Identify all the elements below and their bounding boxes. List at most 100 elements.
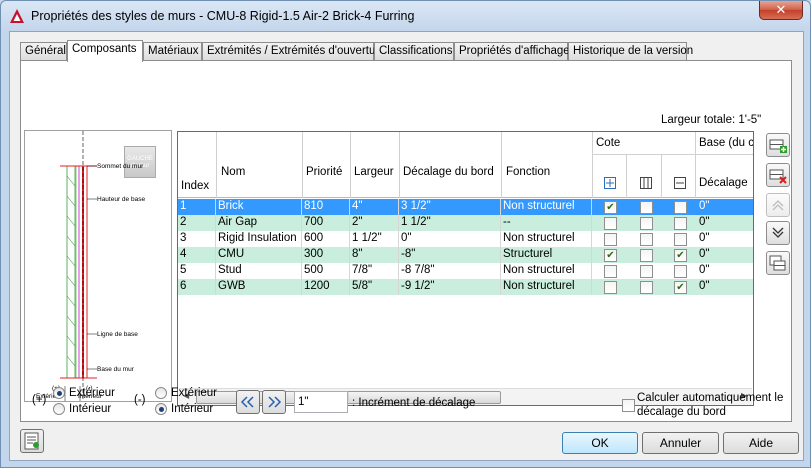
- cell-largeur[interactable]: 5/8": [350, 279, 399, 295]
- tab-materiaux[interactable]: Matériaux: [143, 42, 202, 61]
- auto-offset-label-2[interactable]: décalage du bord: [637, 406, 726, 418]
- cell-base-decalage[interactable]: 0": [695, 231, 753, 247]
- cell-fonction[interactable]: Non structurel: [501, 231, 592, 247]
- cote-checkbox-c1[interactable]: [604, 233, 617, 246]
- plus-exterieur-label[interactable]: Extérieur: [69, 387, 115, 399]
- cell-decalage[interactable]: -9 1/2": [399, 279, 501, 295]
- copy-component-button[interactable]: [766, 251, 790, 275]
- cote-checkbox-c2[interactable]: [640, 217, 653, 230]
- move-down-button[interactable]: [766, 221, 790, 245]
- cell-index[interactable]: 3: [178, 231, 216, 247]
- table-row[interactable]: 3 Rigid Insulation 600 1 1/2" 0" Non structur…: [178, 231, 753, 247]
- moins-interieur-radio[interactable]: [155, 403, 167, 415]
- cell-nom[interactable]: Air Gap: [216, 215, 302, 231]
- cote-checkbox-c3[interactable]: ✔: [674, 249, 687, 262]
- auto-offset-label-1[interactable]: Calculer automatiquement le: [637, 392, 783, 404]
- tab-composants[interactable]: Composants: [67, 40, 143, 62]
- cell-priorite[interactable]: 810: [302, 199, 350, 215]
- table-row[interactable]: 2 Air Gap 700 2" 1 1/2" -- 0": [178, 215, 753, 231]
- cell-largeur[interactable]: 8": [350, 247, 399, 263]
- cell-nom[interactable]: Stud: [216, 263, 302, 279]
- cote-checkbox-c2[interactable]: [640, 281, 653, 294]
- tab-extremites[interactable]: Extrémités / Extrémités d'ouverture: [202, 42, 386, 61]
- cote-checkbox-c3[interactable]: [674, 217, 687, 230]
- cote-checkbox-c1[interactable]: [604, 281, 617, 294]
- header-base-decalage[interactable]: Décalage: [699, 177, 748, 189]
- moins-exterieur-radio[interactable]: [155, 387, 167, 399]
- cote-checkbox-c1[interactable]: ✔: [604, 201, 617, 214]
- plus-exterieur-radio[interactable]: [53, 387, 65, 399]
- cell-priorite[interactable]: 700: [302, 215, 350, 231]
- delete-component-button[interactable]: [766, 163, 790, 187]
- plus-interieur-label[interactable]: Intérieur: [69, 403, 111, 415]
- cell-nom[interactable]: Brick: [216, 199, 302, 215]
- tab-proprietes-affichage[interactable]: Propriétés d'affichage: [454, 42, 570, 61]
- cote-checkbox-c2[interactable]: [640, 265, 653, 278]
- cote-checkbox-c1[interactable]: ✔: [604, 249, 617, 262]
- ok-button[interactable]: OK: [562, 432, 638, 454]
- cell-index[interactable]: 2: [178, 215, 216, 231]
- header-index[interactable]: Index: [181, 180, 209, 192]
- header-cote[interactable]: Cote: [596, 137, 620, 149]
- cell-largeur[interactable]: 2": [350, 215, 399, 231]
- add-component-button[interactable]: [766, 133, 790, 157]
- cell-priorite[interactable]: 300: [302, 247, 350, 263]
- cell-fonction[interactable]: Non structurel: [501, 263, 592, 279]
- cell-priorite[interactable]: 500: [302, 263, 350, 279]
- cell-base-decalage[interactable]: 0": [695, 215, 753, 231]
- cote-checkbox-c2[interactable]: [640, 201, 653, 214]
- cell-index[interactable]: 4: [178, 247, 216, 263]
- cote-checkbox-c2[interactable]: [640, 249, 653, 262]
- tab-general[interactable]: Général: [20, 42, 67, 61]
- cote-checkbox-c3[interactable]: [674, 233, 687, 246]
- cell-priorite[interactable]: 1200: [302, 279, 350, 295]
- cell-decalage[interactable]: 1 1/2": [399, 215, 501, 231]
- move-up-button[interactable]: [766, 193, 790, 217]
- header-nom[interactable]: Nom: [221, 166, 245, 178]
- cell-fonction[interactable]: Non structurel: [501, 279, 592, 295]
- plus-interieur-radio[interactable]: [53, 403, 65, 415]
- cell-priorite[interactable]: 600: [302, 231, 350, 247]
- cell-decalage[interactable]: 3 1/2": [399, 199, 501, 215]
- cell-nom[interactable]: Rigid Insulation: [216, 231, 302, 247]
- cell-index[interactable]: 5: [178, 263, 216, 279]
- cell-base-decalage[interactable]: 0": [695, 199, 753, 215]
- cote-checkbox-c2[interactable]: [640, 233, 653, 246]
- cell-base-decalage[interactable]: 0": [695, 279, 753, 295]
- cell-base-decalage[interactable]: 0": [695, 247, 753, 263]
- cell-decalage[interactable]: -8": [399, 247, 501, 263]
- moins-exterieur-label[interactable]: Extérieur: [171, 387, 217, 399]
- cell-nom[interactable]: GWB: [216, 279, 302, 295]
- header-largeur[interactable]: Largeur: [354, 166, 394, 178]
- cell-fonction[interactable]: --: [501, 215, 592, 231]
- cell-index[interactable]: 6: [178, 279, 216, 295]
- header-priorite[interactable]: Priorité: [306, 166, 342, 178]
- header-fonction[interactable]: Fonction: [506, 166, 550, 178]
- decrement-offset-button[interactable]: [236, 390, 260, 414]
- cote-checkbox-c3[interactable]: [674, 265, 687, 278]
- table-row[interactable]: 4 CMU 300 8" -8" Structurel ✔ ✔ 0": [178, 247, 753, 263]
- tab-historique[interactable]: Historique de la version: [568, 42, 693, 61]
- auto-offset-checkbox[interactable]: [622, 399, 635, 412]
- cell-largeur[interactable]: 7/8": [350, 263, 399, 279]
- table-row[interactable]: 6 GWB 1200 5/8" -9 1/2" Non structurel ✔ 0": [178, 279, 753, 295]
- cell-decalage[interactable]: -8 7/8": [399, 263, 501, 279]
- header-base[interactable]: Base (du c: [699, 137, 753, 149]
- increment-offset-button[interactable]: [262, 390, 286, 414]
- offset-increment-input[interactable]: 1": [294, 391, 348, 413]
- cell-largeur[interactable]: 4": [350, 199, 399, 215]
- cote-checkbox-c1[interactable]: [604, 265, 617, 278]
- cell-index[interactable]: 1: [178, 199, 216, 215]
- header-decalage[interactable]: Décalage du bord: [403, 166, 494, 178]
- cancel-button[interactable]: Annuler: [642, 432, 719, 454]
- cell-base-decalage[interactable]: 0": [695, 263, 753, 279]
- cell-fonction[interactable]: Structurel: [501, 247, 592, 263]
- cell-largeur[interactable]: 1 1/2": [350, 231, 399, 247]
- moins-interieur-label[interactable]: Intérieur: [171, 403, 213, 415]
- help-button[interactable]: Aide: [723, 432, 799, 454]
- cell-nom[interactable]: CMU: [216, 247, 302, 263]
- cote-checkbox-c3[interactable]: ✔: [674, 281, 687, 294]
- close-button[interactable]: ✕: [759, 1, 803, 20]
- tab-classifications[interactable]: Classifications: [374, 42, 454, 61]
- cote-checkbox-c1[interactable]: [604, 217, 617, 230]
